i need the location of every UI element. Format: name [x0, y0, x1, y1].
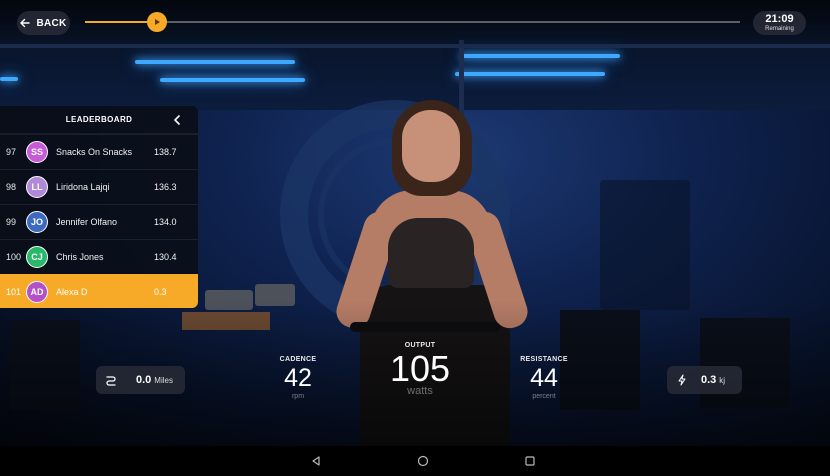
recents-square-icon: [525, 456, 535, 466]
ceiling-light: [460, 54, 620, 58]
rider-name: Alexa D: [56, 286, 88, 297]
time-remaining-label: Remaining: [765, 26, 794, 32]
ceiling-light: [455, 72, 605, 76]
resistance-value: 44: [530, 364, 558, 392]
rider-name: Snacks On Snacks: [56, 147, 133, 157]
home-circle-icon: [417, 455, 429, 467]
leaderboard-row[interactable]: 98 LL Liridona Lajqi 136.3: [0, 169, 198, 204]
distance-metric: 0.0 Miles: [96, 366, 185, 394]
output-value: 105: [389, 348, 451, 389]
rider-output: 138.7: [154, 147, 177, 157]
rider-name: Jennifer Olfano: [56, 217, 118, 227]
studio-wall: [600, 180, 690, 310]
rank: 97: [6, 147, 17, 157]
leaderboard-row-current-user[interactable]: 101 AD Alexa D 0.3: [0, 274, 198, 308]
output-unit: watts: [407, 385, 433, 397]
energy-metric: 0.3 kj: [667, 366, 742, 394]
leaderboard-title: LEADERBOARD: [65, 115, 133, 124]
resistance-unit: percent: [532, 393, 556, 400]
leaderboard-row[interactable]: 100 CJ Chris Jones 130.4: [0, 239, 198, 274]
rank: 101: [6, 286, 22, 297]
leaderboard-list: 97 SS Snacks On Snacks 138.7 98 LL Lirid…: [0, 134, 198, 308]
time-remaining-value: 21:09: [765, 13, 794, 25]
distance-unit: Miles: [154, 375, 173, 385]
ceiling-light: [160, 78, 305, 82]
rank: 100: [6, 252, 22, 262]
rider-name: Chris Jones: [56, 252, 104, 262]
energy-unit: kj: [719, 375, 726, 385]
leaderboard-panel: LEADERBOARD 97 SS Snacks On Snacks 138.7…: [0, 106, 198, 308]
nav-recents-button[interactable]: [523, 454, 537, 468]
arrow-left-icon: [20, 18, 31, 28]
progress-scrubber[interactable]: [147, 12, 168, 32]
class-progress-bar[interactable]: [85, 12, 740, 32]
rank: 98: [6, 182, 17, 192]
rider-name: Liridona Lajqi: [56, 182, 110, 192]
cadence-value: 42: [284, 364, 312, 392]
avatar: AD: [26, 280, 48, 303]
rider-output: 136.3: [154, 182, 177, 192]
resistance-metric: RESISTANCE 44 percent: [510, 356, 578, 400]
rider-output: 130.4: [154, 252, 177, 262]
nav-home-button[interactable]: [416, 454, 430, 468]
rider-output: 134.0: [154, 217, 177, 227]
nav-back-button[interactable]: [309, 454, 323, 468]
play-icon: [155, 19, 161, 25]
energy-value: 0.3: [701, 374, 717, 386]
avatar: CJ: [26, 246, 48, 268]
ceiling-light: [0, 77, 18, 81]
collapse-leaderboard-button[interactable]: [170, 113, 184, 127]
leaderboard-row[interactable]: 97 SS Snacks On Snacks 138.7: [0, 134, 198, 169]
cadence-unit: rpm: [291, 393, 305, 400]
avatar: LL: [26, 176, 48, 198]
cadence-metric: CADENCE 42 rpm: [268, 356, 328, 400]
resistance-label: RESISTANCE: [520, 356, 568, 363]
chevron-left-icon: [174, 115, 180, 125]
output-metric: OUTPUT 105 watts: [375, 342, 465, 397]
ceiling-light: [135, 60, 295, 64]
avatar: JO: [26, 211, 48, 233]
leaderboard-header: LEADERBOARD: [0, 106, 198, 134]
rider-output: 0.3: [154, 286, 167, 297]
back-label: BACK: [36, 17, 67, 29]
lightning-icon: [678, 374, 686, 386]
time-remaining: 21:09 Remaining: [753, 11, 806, 35]
cadence-label: CADENCE: [279, 356, 317, 363]
avatar: SS: [26, 141, 48, 163]
back-triangle-icon: [312, 456, 320, 466]
system-nav-bar: [0, 446, 830, 476]
distance-value: 0.0: [136, 374, 152, 386]
rank: 99: [6, 217, 17, 227]
leaderboard-row[interactable]: 99 JO Jennifer Olfano 134.0: [0, 204, 198, 239]
back-button[interactable]: BACK: [17, 11, 70, 35]
distance-icon: [106, 376, 116, 386]
